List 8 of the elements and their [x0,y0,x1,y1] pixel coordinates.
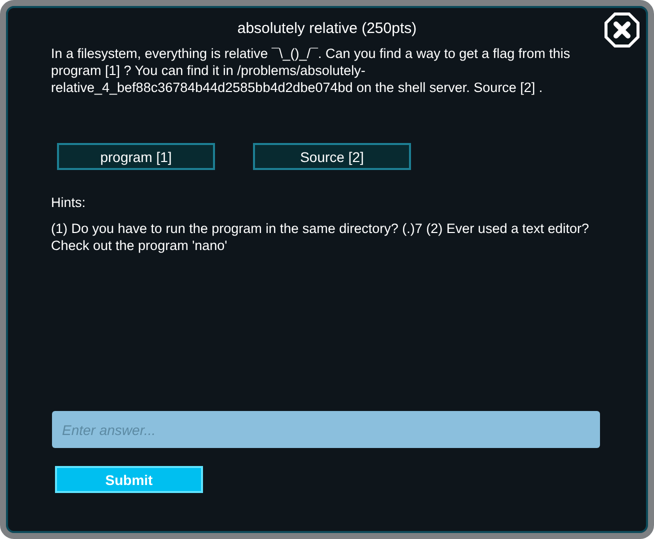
hints-text: (1) Do you have to run the program in the same directory? (.)7 (2) Ever used a text editor? Check out the program 'nano' [51,220,590,254]
answer-field[interactable]: Enter answer... [52,411,600,448]
description-text: In a filesystem, everything is relative ¯\_()_/¯. Can you find a way to get a flag from this program [1] ? You can find it in /problems/absolutely-relative_4_bef88c36784b44d2585bb4d2dbe074bd on the shell server. Source [2] . [51,45,572,96]
dialog-title: absolutely relative (250pts) [236,20,418,37]
close-icon[interactable] [604,12,640,48]
link-button[interactable]: Source [2] [253,143,411,170]
hints-label: Hints: [51,195,87,210]
link-button[interactable]: program [1] [57,143,215,170]
